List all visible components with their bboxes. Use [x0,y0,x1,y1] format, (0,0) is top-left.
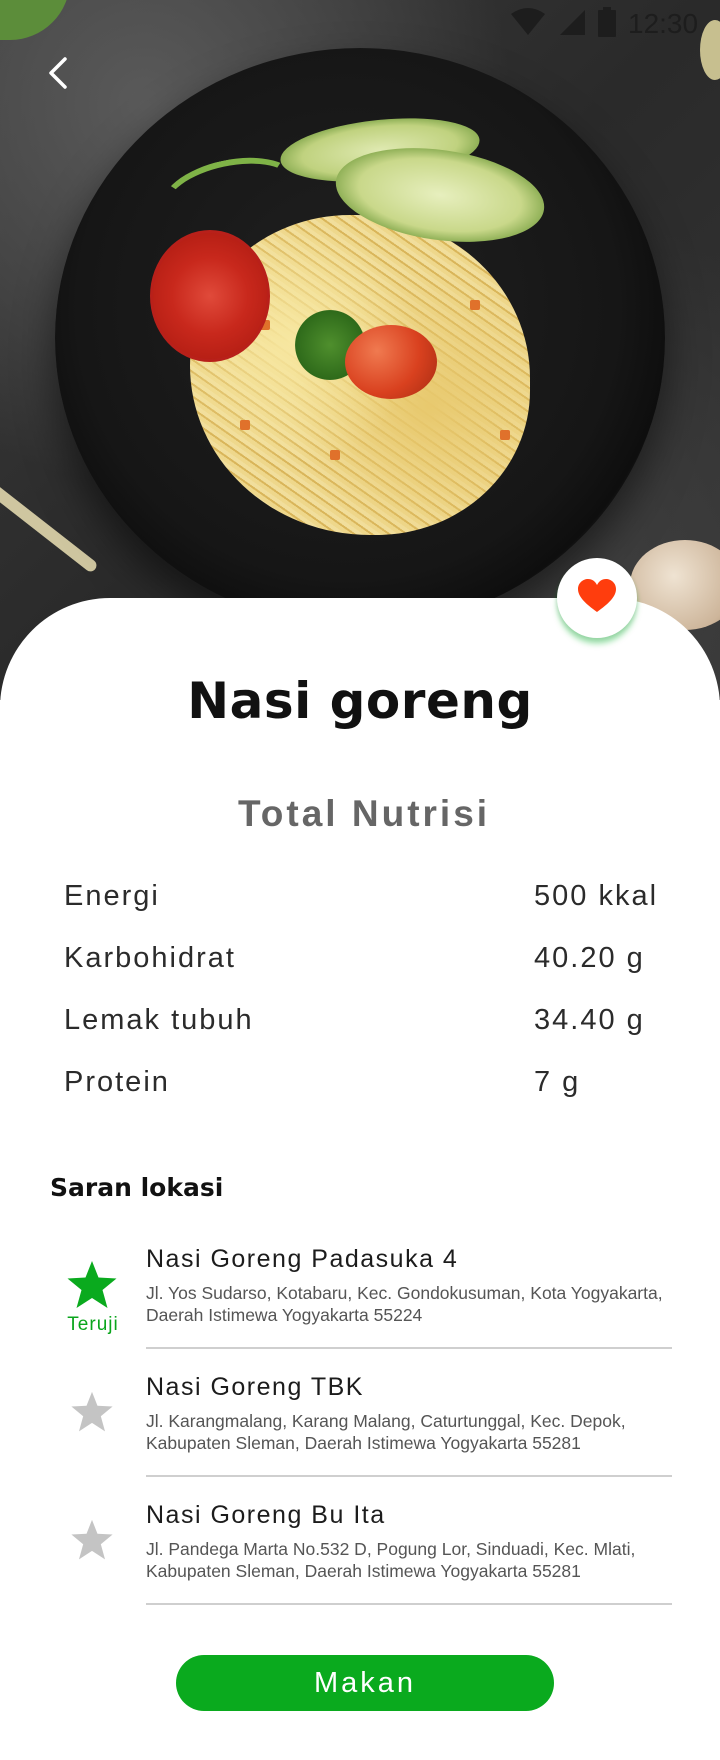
carrot-bit [330,450,340,460]
stalk-decoration [0,478,99,574]
location-address: Jl. Yos Sudarso, Kotabaru, Kec. Gondokus… [146,1282,676,1326]
status-bar: 12:30 [510,6,720,42]
cherry-tomato [345,325,437,399]
address-line: Jl. Karangmalang, Karang Malang, Caturtu… [146,1411,626,1431]
address-line: Daerah Istimewa Yogyakarta 55224 [146,1305,423,1325]
carrot-bit [240,420,250,430]
star-icon [64,1257,120,1313]
status-time: 12:30 [628,8,699,39]
carrot-bit [500,430,510,440]
location-name: Nasi Goreng TBK [146,1373,364,1401]
location-address: Jl. Pandega Marta No.532 D, Pogung Lor, … [146,1538,676,1582]
address-line: Jl. Pandega Marta No.532 D, Pogung Lor, … [146,1539,636,1559]
nutrition-label: Karbohidrat [64,942,236,974]
nutrition-label: Lemak tubuh [64,1004,254,1036]
address-line: Kabupaten Sleman, Daerah Istimewa Yogyak… [146,1561,581,1581]
carrot-bit [470,300,480,310]
nutrition-label: Energi [64,880,160,912]
location-name: Nasi Goreng Bu Ita [146,1501,386,1529]
address-line: Kabupaten Sleman, Daerah Istimewa Yogyak… [146,1433,581,1453]
nutrition-row-protein: Protein 7 g [64,1066,664,1106]
tomato-slice [150,230,270,362]
nutrition-row-energy: Energi 500 kkal [64,880,664,920]
location-item[interactable]: Teruji Nasi Goreng Padasuka 4 Jl. Yos Su… [0,1240,720,1368]
leaf-decoration [0,0,70,40]
nutrition-value: 40.20 g [534,942,645,974]
eat-button[interactable]: Makan [176,1655,554,1711]
chevron-left-icon[interactable] [40,55,76,91]
nutrition-value: 500 kkal [534,880,659,912]
wifi-icon [510,7,546,41]
nutrition-row-fat: Lemak tubuh 34.40 g [64,1004,664,1044]
address-line: Jl. Yos Sudarso, Kotabaru, Kec. Gondokus… [146,1283,663,1303]
dish-title: Nasi goreng [187,672,533,730]
heart-icon [577,578,617,618]
location-name: Nasi Goreng Padasuka 4 [146,1245,459,1273]
star-icon [64,1384,120,1440]
locations-title: Saran lokasi [50,1173,224,1202]
location-item[interactable]: Nasi Goreng Bu Ita Jl. Pandega Marta No.… [0,1496,720,1624]
location-address: Jl. Karangmalang, Karang Malang, Caturtu… [146,1410,676,1454]
divider [146,1347,672,1349]
nutrition-label: Protein [64,1066,170,1098]
tested-badge: Teruji [67,1314,119,1335]
star-icon [64,1512,120,1568]
divider [146,1475,672,1477]
nutrition-heading: Total Nutrisi [237,793,491,834]
nutrition-row-carbs: Karbohidrat 40.20 g [64,942,664,982]
location-item[interactable]: Nasi Goreng TBK Jl. Karangmalang, Karang… [0,1368,720,1496]
nutrition-value: 34.40 g [534,1004,645,1036]
divider [146,1603,672,1605]
favorite-button[interactable] [557,558,637,638]
battery-icon [598,6,616,42]
signal-icon [558,8,586,41]
nutrition-value: 7 g [534,1066,581,1098]
